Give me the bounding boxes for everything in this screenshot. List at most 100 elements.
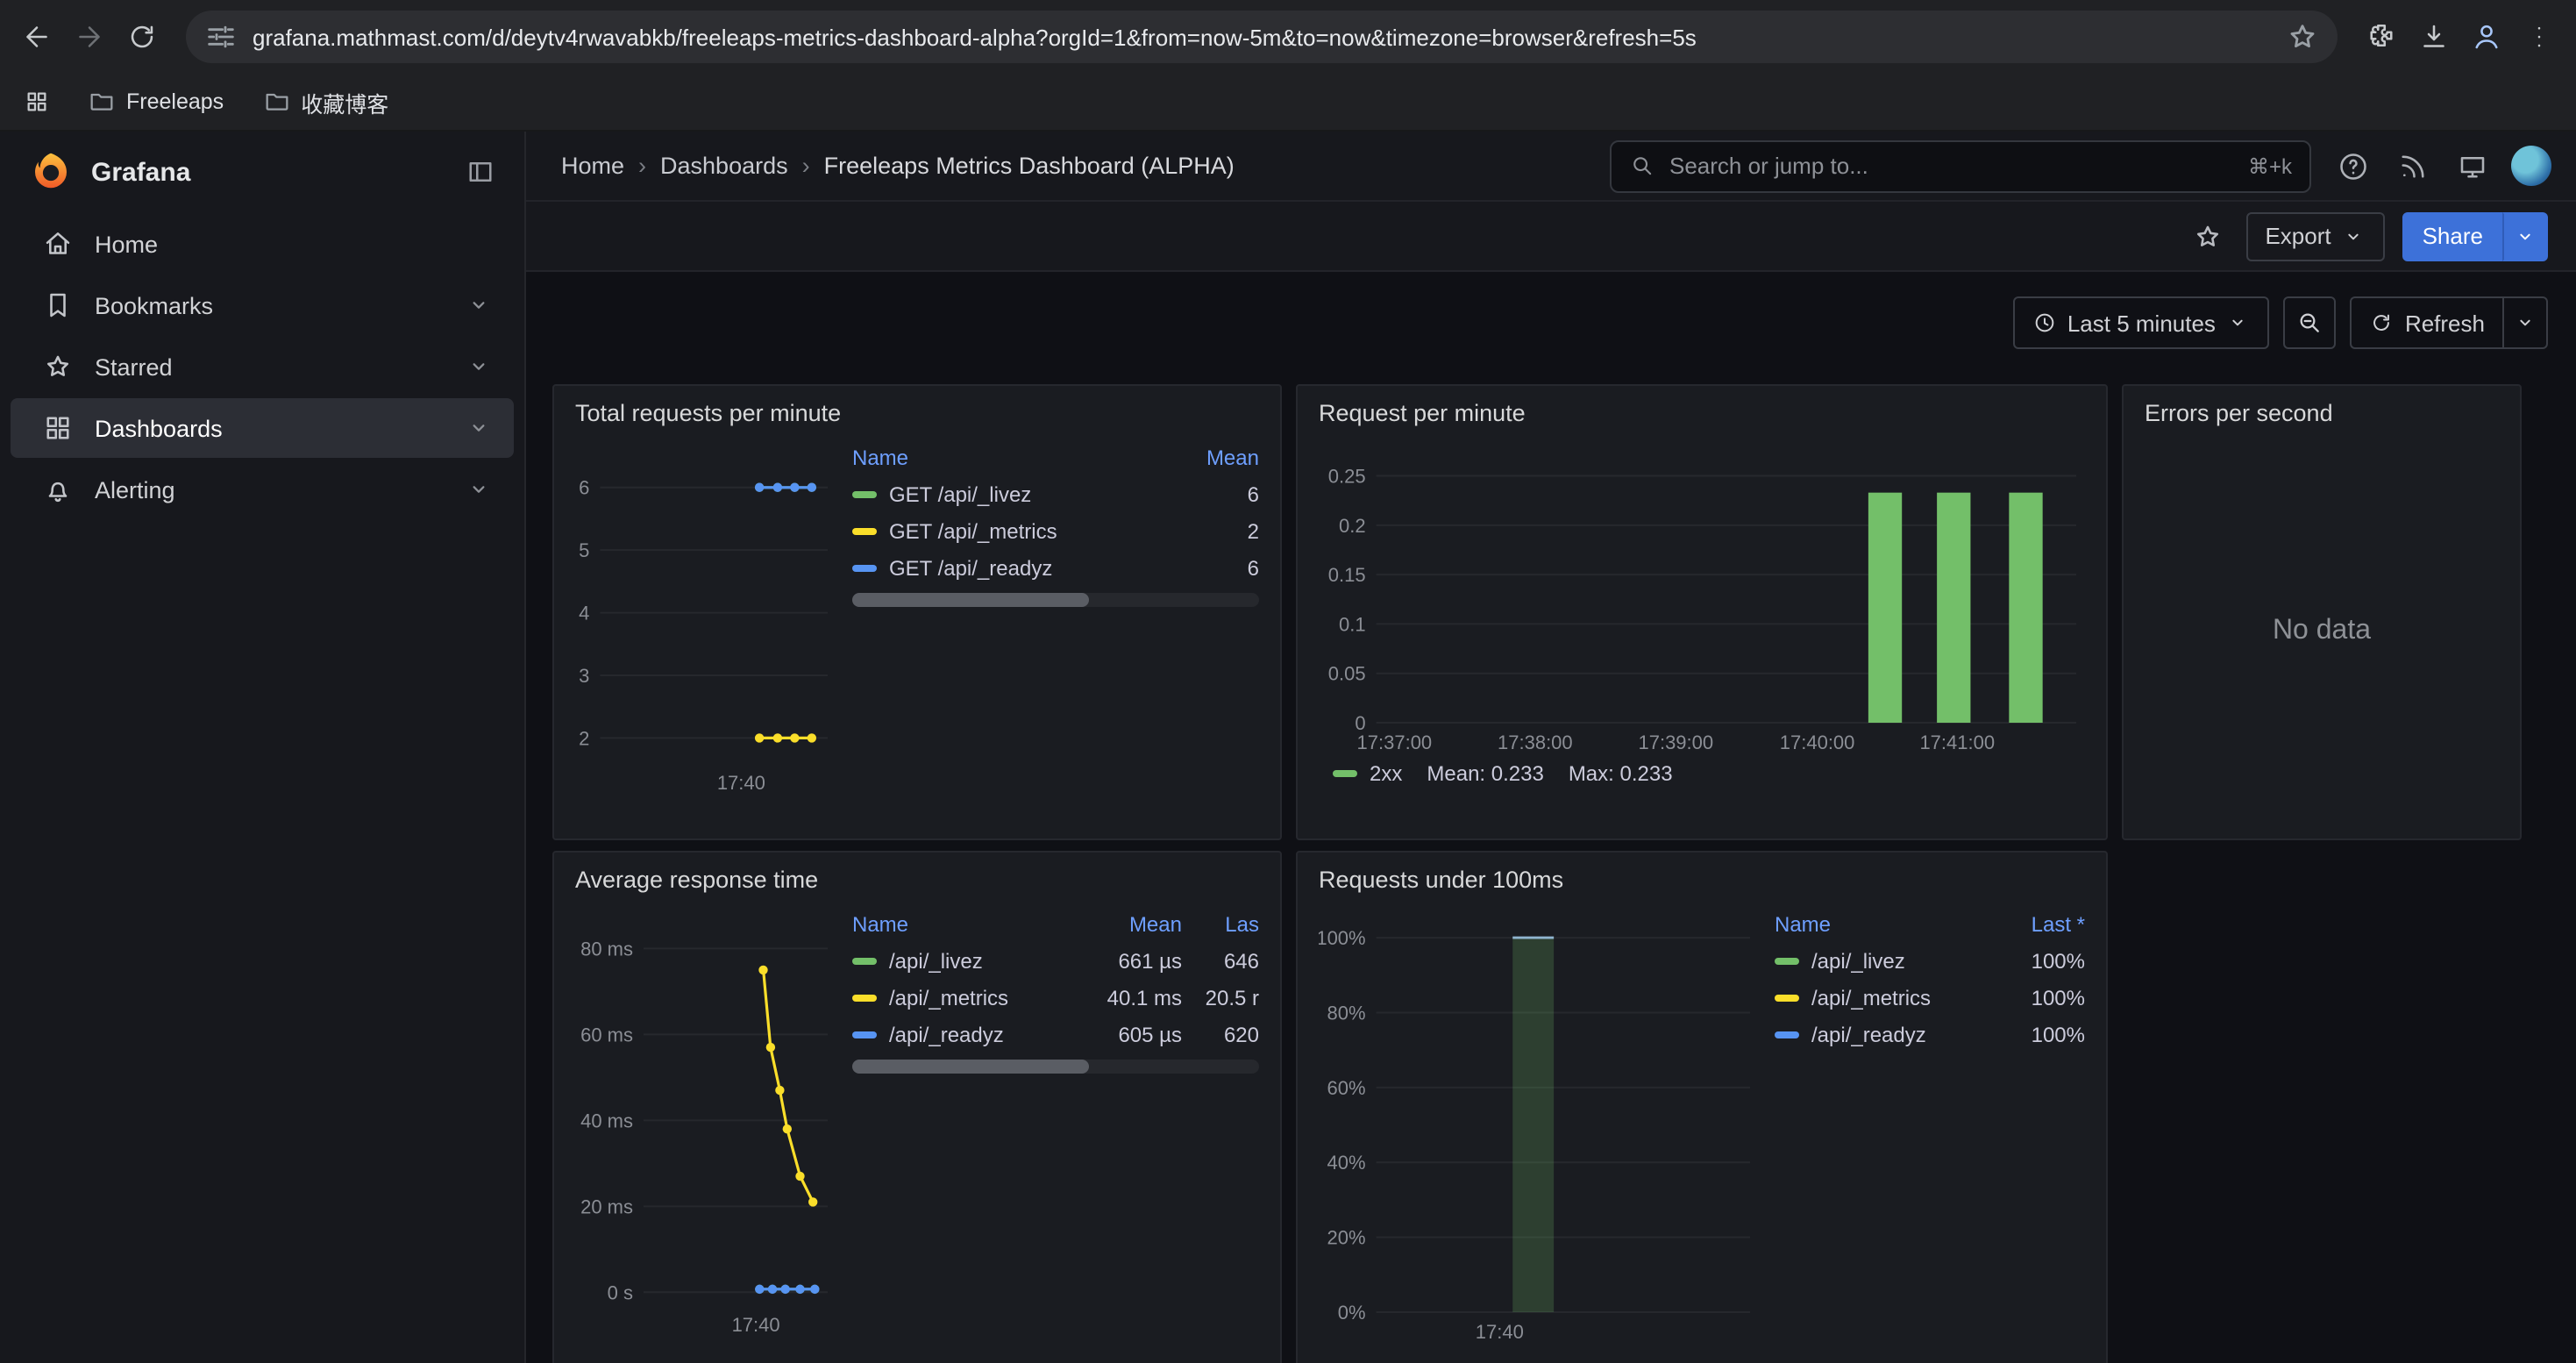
bookmark-star-icon[interactable] <box>2285 19 2320 54</box>
screen: grafana.mathmast.com/d/deytv4rwavabkb/fr… <box>0 0 2576 1363</box>
extensions-icon[interactable] <box>2359 14 2404 60</box>
help-icon[interactable] <box>2332 145 2374 187</box>
legend-series[interactable]: /api/_metrics <box>1775 979 1990 1016</box>
sidebar-item-home[interactable]: Home <box>11 214 514 274</box>
line-chart[interactable]: 6543217:40 <box>575 439 838 798</box>
sidebar-item-alerting[interactable]: Alerting <box>11 460 514 519</box>
browser-menu-icon[interactable] <box>2516 14 2562 60</box>
browser-profile-avatar[interactable] <box>2464 14 2509 60</box>
back-icon[interactable] <box>14 14 60 60</box>
legend-value: 20.5 r <box>1182 979 1259 1016</box>
legend-series[interactable]: /api/_livez <box>1775 942 1990 979</box>
series-color-marker <box>852 1031 877 1038</box>
sidebar-item-starred[interactable]: Starred <box>11 337 514 396</box>
bar-chart[interactable]: 0.250.20.150.10.05017:37:0017:38:0017:39… <box>1319 439 2087 758</box>
legend-series[interactable]: GET /api/_metrics <box>852 512 1175 549</box>
chevron-down-icon[interactable] <box>465 475 493 503</box>
series-color-marker <box>852 564 877 571</box>
panel-title[interactable]: Errors per second <box>2124 386 2520 439</box>
sidebar-item-bookmarks[interactable]: Bookmarks <box>11 275 514 335</box>
sidebar-brand: Grafana <box>0 132 524 212</box>
sidebar-item-label: Starred <box>95 353 444 380</box>
bar-chart[interactable]: 100%80%60%40%20%0%17:40 <box>1319 905 1761 1347</box>
svg-text:100%: 100% <box>1319 927 1366 949</box>
series-color-marker <box>1775 994 1799 1001</box>
kiosk-mode-icon[interactable] <box>2451 145 2494 187</box>
legend-stat: Max: 0.233 <box>1569 761 1673 786</box>
legend-scrollbar[interactable] <box>852 593 1259 607</box>
forward-icon[interactable] <box>67 14 112 60</box>
search-placeholder: Search or jump to... <box>1669 153 2234 179</box>
legend-series[interactable]: /api/_readyz <box>1775 1016 1990 1053</box>
legend-header[interactable]: Mean <box>1175 439 1259 475</box>
main-area: Home›Dashboards›Freeleaps Metrics Dashbo… <box>526 132 2576 1363</box>
svg-text:0.2: 0.2 <box>1339 515 1366 537</box>
time-range-picker[interactable]: Last 5 minutes <box>2013 296 2270 349</box>
site-settings-icon[interactable] <box>203 19 238 54</box>
svg-text:5: 5 <box>579 539 589 561</box>
no-data-message: No data <box>2145 439 2499 824</box>
search-input[interactable]: Search or jump to... ⌘+k <box>1610 139 2311 192</box>
share-button[interactable]: Share <box>2403 211 2502 260</box>
panel-title[interactable]: Average response time <box>554 853 1280 905</box>
chevron-down-icon <box>2513 224 2537 248</box>
favorite-star-icon[interactable] <box>2186 215 2228 257</box>
svg-text:80%: 80% <box>1327 1002 1366 1024</box>
user-avatar[interactable] <box>2511 146 2551 186</box>
dashboard-actions: Export Share <box>526 202 2576 272</box>
scrollbar-thumb[interactable] <box>852 593 1088 607</box>
legend-header[interactable]: Las <box>1182 905 1259 942</box>
legend-series[interactable]: /api/_metrics <box>852 979 1070 1016</box>
legend-header[interactable]: Mean <box>1070 905 1182 942</box>
zoom-out-button[interactable] <box>2284 296 2337 349</box>
bookmark-folder-freeleaps[interactable]: Freeleaps <box>81 81 231 123</box>
export-button[interactable]: Export <box>2245 211 2385 260</box>
header-icons <box>2332 145 2551 187</box>
legend-value: 100% <box>1990 942 2085 979</box>
panel-title[interactable]: Request per minute <box>1298 386 2106 439</box>
legend-series[interactable]: 2xx <box>1333 761 1402 786</box>
grafana-logo-icon[interactable] <box>28 149 74 195</box>
panel-average-response-time: Average response time 80 ms60 ms40 ms20 … <box>552 851 1282 1363</box>
panel-title[interactable]: Total requests per minute <box>554 386 1280 439</box>
legend-series[interactable]: /api/_livez <box>852 942 1070 979</box>
panel-legend: NameLast */api/_livez100%/api/_metrics10… <box>1761 905 2085 1361</box>
legend-header[interactable]: Name <box>1775 905 1990 942</box>
panel-title[interactable]: Requests under 100ms <box>1298 853 2106 905</box>
legend-header[interactable]: Last * <box>1990 905 2085 942</box>
legend-scrollbar[interactable] <box>852 1060 1259 1074</box>
share-menu-button[interactable] <box>2502 211 2548 260</box>
legend-series[interactable]: GET /api/_livez <box>852 475 1175 512</box>
folder-icon <box>262 88 290 116</box>
grafana-app: Grafana HomeBookmarksStarredDashboardsAl… <box>0 132 2576 1363</box>
legend-header[interactable]: Name <box>852 905 1070 942</box>
sidebar-item-dashboards[interactable]: Dashboards <box>11 398 514 458</box>
scrollbar-thumb[interactable] <box>852 1060 1088 1074</box>
reload-icon[interactable] <box>119 14 165 60</box>
breadcrumb-item[interactable]: Home <box>561 153 624 179</box>
chevron-down-icon[interactable] <box>465 291 493 319</box>
tab-groups-icon[interactable] <box>18 82 56 121</box>
bookmark-folder-blogs[interactable]: 收藏博客 <box>255 81 395 123</box>
breadcrumb-separator: › <box>638 153 646 179</box>
sidebar-toggle-icon[interactable] <box>458 149 503 195</box>
refresh-button[interactable]: Refresh <box>2351 296 2502 349</box>
legend-value: 605 µs <box>1070 1016 1182 1053</box>
series-color-marker <box>1333 770 1357 777</box>
series-color-marker <box>852 957 877 964</box>
line-chart[interactable]: 80 ms60 ms40 ms20 ms0 s17:40 <box>575 905 838 1340</box>
refresh-interval-button[interactable] <box>2502 296 2548 349</box>
series-color-marker <box>852 994 877 1001</box>
legend-series[interactable]: GET /api/_readyz <box>852 549 1175 586</box>
chevron-down-icon[interactable] <box>465 353 493 381</box>
address-bar[interactable]: grafana.mathmast.com/d/deytv4rwavabkb/fr… <box>186 11 2338 63</box>
svg-text:6: 6 <box>579 477 589 499</box>
news-icon[interactable] <box>2392 145 2434 187</box>
chevron-down-icon[interactable] <box>465 414 493 442</box>
svg-text:20%: 20% <box>1327 1227 1366 1249</box>
legend-series[interactable]: /api/_readyz <box>852 1016 1070 1053</box>
legend-header[interactable]: Name <box>852 439 1175 475</box>
downloads-icon[interactable] <box>2411 14 2457 60</box>
breadcrumb-item[interactable]: Dashboards <box>660 153 788 179</box>
url-text[interactable]: grafana.mathmast.com/d/deytv4rwavabkb/fr… <box>253 24 2271 50</box>
